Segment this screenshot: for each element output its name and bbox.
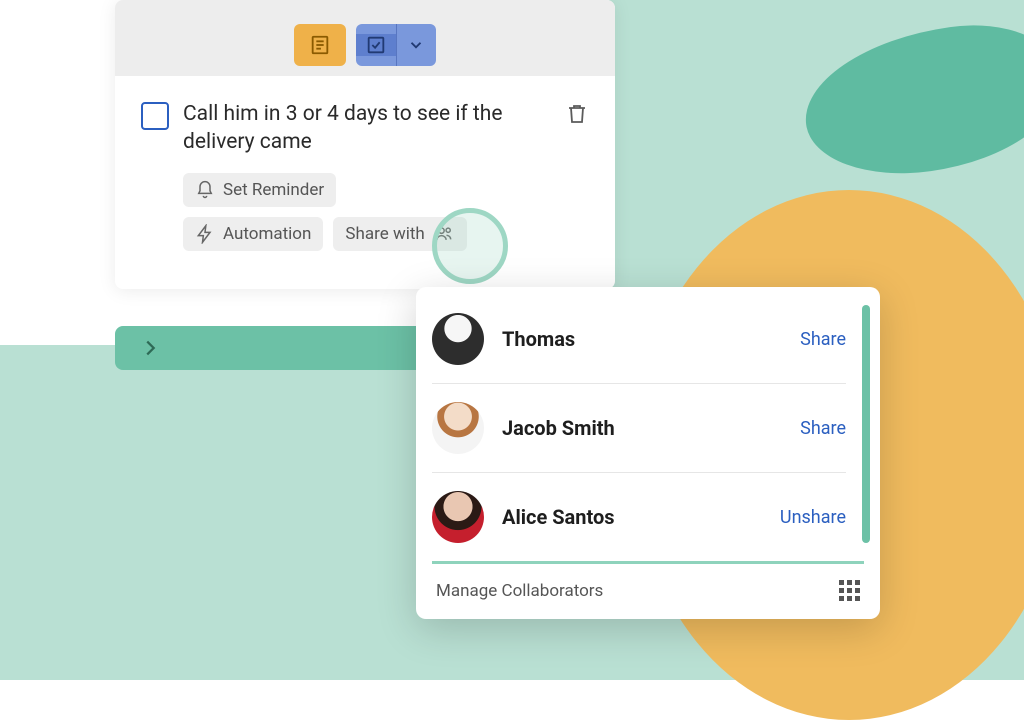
- avatar: [432, 491, 484, 543]
- people-icon: [433, 224, 455, 244]
- person-name: Alice Santos: [502, 505, 762, 529]
- task-checkbox[interactable]: [141, 102, 169, 130]
- set-reminder-button[interactable]: Set Reminder: [183, 173, 336, 207]
- share-row: Alice Santos Unshare: [432, 473, 846, 561]
- card-toolbar: [115, 0, 615, 76]
- trash-icon: [565, 102, 589, 126]
- share-action-link[interactable]: Share: [800, 329, 846, 350]
- share-action-link[interactable]: Unshare: [780, 507, 846, 528]
- checkbox-icon: [365, 34, 387, 56]
- apps-grid-button[interactable]: [839, 580, 860, 601]
- task-card: Call him in 3 or 4 days to see if the de…: [115, 0, 615, 289]
- share-with-button[interactable]: Share with: [333, 217, 466, 251]
- avatar: [432, 313, 484, 365]
- chip-label: Set Reminder: [223, 180, 324, 200]
- chevron-down-icon: [407, 36, 425, 54]
- manage-collaborators-link[interactable]: Manage Collaborators: [436, 581, 603, 601]
- chevron-right-icon: [139, 337, 161, 359]
- avatar: [432, 402, 484, 454]
- note-format-button[interactable]: [294, 24, 346, 66]
- popup-scrollbar[interactable]: [862, 287, 880, 561]
- chip-label: Share with: [345, 224, 424, 244]
- share-popup: Thomas Share Jacob Smith Share Alice San…: [416, 287, 880, 619]
- task-text[interactable]: Call him in 3 or 4 days to see if the de…: [183, 100, 551, 157]
- document-icon: [309, 34, 331, 56]
- chip-label: Automation: [223, 224, 311, 244]
- bell-icon: [195, 180, 215, 200]
- lightning-icon: [195, 224, 215, 244]
- checklist-split-button[interactable]: [356, 24, 436, 66]
- share-row: Jacob Smith Share: [432, 384, 846, 473]
- share-row: Thomas Share: [432, 295, 846, 384]
- checklist-dropdown-toggle[interactable]: [397, 36, 437, 54]
- person-name: Thomas: [502, 327, 782, 351]
- automation-button[interactable]: Automation: [183, 217, 323, 251]
- delete-task-button[interactable]: [565, 102, 589, 261]
- person-name: Jacob Smith: [502, 416, 782, 440]
- share-action-link[interactable]: Share: [800, 418, 846, 439]
